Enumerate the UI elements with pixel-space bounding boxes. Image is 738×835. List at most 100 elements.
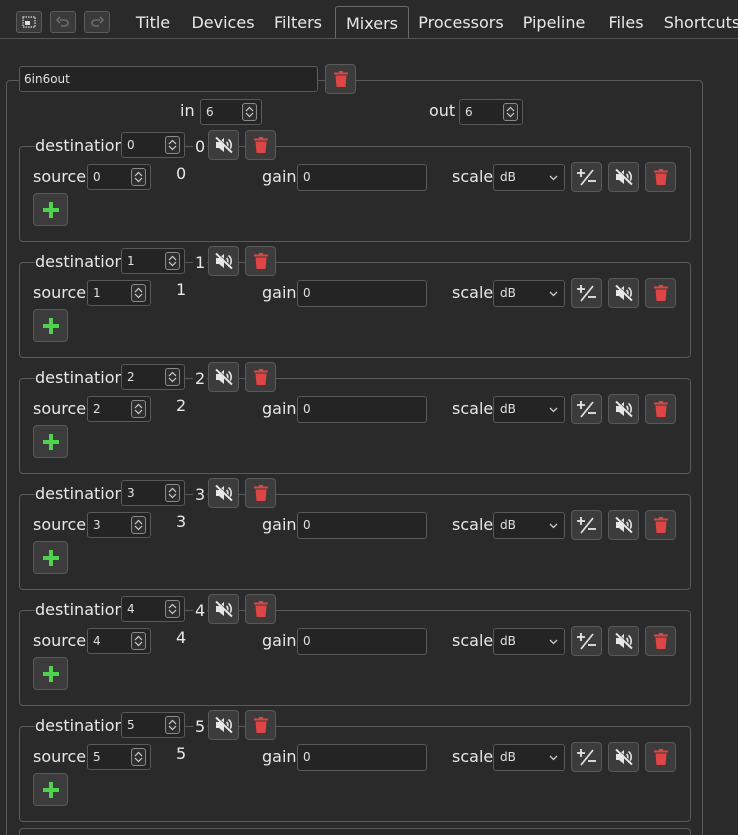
delete-source-button[interactable] (645, 278, 676, 308)
undo-button[interactable] (50, 11, 76, 33)
source-value-display: 1 (176, 280, 187, 299)
mute-source-button[interactable] (608, 162, 639, 192)
spin-arrows-icon[interactable] (131, 748, 146, 766)
gain-input[interactable]: 0 (297, 744, 427, 771)
delete-destination-button[interactable] (245, 478, 276, 508)
window-button[interactable] (16, 11, 42, 33)
add-source-button[interactable] (33, 193, 68, 226)
delete-destination-button[interactable] (245, 130, 276, 160)
scale-select[interactable]: dB (493, 512, 565, 539)
gain-input[interactable]: 0 (297, 164, 427, 191)
spin-arrows-icon[interactable] (165, 252, 180, 270)
trash-icon (653, 169, 668, 185)
invert-polarity-button[interactable] (571, 510, 602, 540)
invert-polarity-button[interactable] (571, 626, 602, 656)
destination-value-display: 5 (193, 717, 208, 736)
chevron-down-icon (549, 291, 558, 297)
scale-select[interactable]: dB (493, 164, 565, 191)
spin-arrows-icon[interactable] (131, 284, 146, 302)
tab-mixers[interactable]: Mixers (335, 6, 409, 39)
delete-destination-button[interactable] (245, 246, 276, 276)
source-spinbox[interactable]: 4 (87, 628, 151, 654)
plus-icon (42, 665, 59, 682)
delete-source-button[interactable] (645, 394, 676, 424)
scale-select[interactable]: dB (493, 628, 565, 655)
delete-source-button[interactable] (645, 162, 676, 192)
destination-spinbox[interactable]: 5 (121, 712, 185, 738)
tab-processors[interactable]: Processors (414, 6, 508, 39)
source-spinbox[interactable]: 0 (87, 164, 151, 190)
spin-arrows-icon[interactable] (131, 400, 146, 418)
add-source-button[interactable] (33, 425, 68, 458)
add-source-button[interactable] (33, 773, 68, 806)
gain-input[interactable]: 0 (297, 280, 427, 307)
mute-destination-button[interactable] (208, 594, 239, 624)
spin-arrows-icon[interactable] (165, 368, 180, 386)
source-spinbox[interactable]: 2 (87, 396, 151, 422)
destination-label: destination (35, 600, 127, 619)
destination-spinbox[interactable]: 3 (121, 480, 185, 506)
invert-polarity-button[interactable] (571, 394, 602, 424)
destination-spinbox[interactable]: 0 (121, 132, 185, 158)
spin-arrows-icon[interactable] (165, 484, 180, 502)
delete-source-button[interactable] (645, 510, 676, 540)
mute-destination-button[interactable] (208, 246, 239, 276)
tab-pipeline[interactable]: Pipeline (514, 6, 594, 39)
tab-title[interactable]: Title (126, 6, 180, 39)
in-channels-spinbox[interactable]: 6 (200, 99, 262, 125)
destination-spinbox[interactable]: 4 (121, 596, 185, 622)
tab-devices[interactable]: Devices (185, 6, 261, 39)
spin-arrows-icon[interactable] (131, 632, 146, 650)
invert-polarity-button[interactable] (571, 162, 602, 192)
mute-destination-button[interactable] (208, 130, 239, 160)
delete-destination-button[interactable] (245, 594, 276, 624)
mute-destination-button[interactable] (208, 478, 239, 508)
tab-filters[interactable]: Filters (266, 6, 330, 39)
delete-destination-button[interactable] (245, 362, 276, 392)
delete-source-button[interactable] (645, 742, 676, 772)
spin-arrows-icon[interactable] (131, 516, 146, 534)
gain-input[interactable]: 0 (297, 512, 427, 539)
invert-polarity-button[interactable] (571, 742, 602, 772)
scale-select[interactable]: dB (493, 280, 565, 307)
spin-arrows-icon[interactable] (165, 136, 180, 154)
destination-spinbox[interactable]: 1 (121, 248, 185, 274)
redo-button[interactable] (84, 11, 110, 33)
scale-select[interactable]: dB (493, 744, 565, 771)
source-spinbox[interactable]: 3 (87, 512, 151, 538)
out-channels-spinbox[interactable]: 6 (459, 99, 523, 125)
destination-value-display: 2 (193, 369, 208, 388)
destination-spinbox[interactable]: 2 (121, 364, 185, 390)
spin-arrows-icon[interactable] (165, 716, 180, 734)
gain-input[interactable]: 0 (297, 396, 427, 423)
add-source-button[interactable] (33, 541, 68, 574)
destination-label: destination (35, 252, 127, 271)
source-spinbox[interactable]: 5 (87, 744, 151, 770)
spin-arrows-icon[interactable] (242, 103, 257, 121)
source-spinbox[interactable]: 1 (87, 280, 151, 306)
mute-source-button[interactable] (608, 626, 639, 656)
mute-icon (214, 136, 233, 154)
mute-source-button[interactable] (608, 510, 639, 540)
tab-files[interactable]: Files (600, 6, 652, 39)
gain-input[interactable]: 0 (297, 628, 427, 655)
add-source-button[interactable] (33, 657, 68, 690)
mute-source-button[interactable] (608, 394, 639, 424)
mute-destination-button[interactable] (208, 710, 239, 740)
add-source-button[interactable] (33, 309, 68, 342)
trash-icon (253, 253, 268, 269)
spin-arrows-icon[interactable] (503, 103, 518, 121)
invert-polarity-icon (576, 169, 596, 186)
delete-mixer-button[interactable] (325, 64, 356, 94)
delete-destination-button[interactable] (245, 710, 276, 740)
scale-select[interactable]: dB (493, 396, 565, 423)
tab-shortcuts[interactable]: Shortcuts (662, 6, 738, 39)
invert-polarity-button[interactable] (571, 278, 602, 308)
spin-arrows-icon[interactable] (165, 600, 180, 618)
spin-arrows-icon[interactable] (131, 168, 146, 186)
mute-source-button[interactable] (608, 278, 639, 308)
delete-source-button[interactable] (645, 626, 676, 656)
mute-destination-button[interactable] (208, 362, 239, 392)
mixer-name-input[interactable]: 6in6out (19, 66, 318, 92)
mute-source-button[interactable] (608, 742, 639, 772)
